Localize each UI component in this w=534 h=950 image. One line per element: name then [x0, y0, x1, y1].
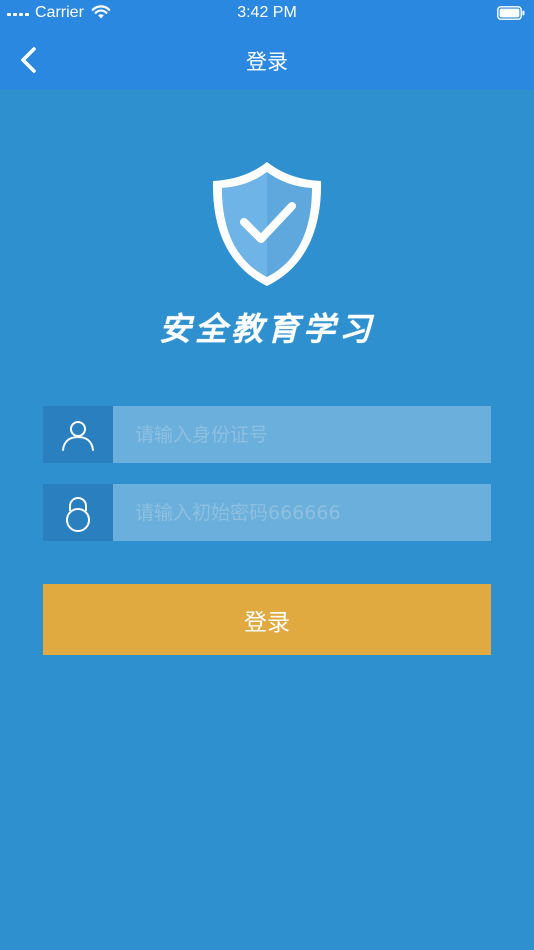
id-number-field [43, 406, 491, 463]
password-field-icon-box [43, 484, 113, 541]
id-number-input[interactable] [113, 406, 491, 463]
app-name: 安全教育学习 [158, 310, 375, 348]
password-field [43, 484, 491, 541]
id-field-icon-box [43, 406, 113, 463]
back-button[interactable] [10, 39, 50, 79]
lock-icon [66, 496, 90, 532]
chevron-left-icon [21, 47, 36, 73]
password-input[interactable] [113, 484, 491, 541]
user-icon [62, 420, 94, 451]
login-button[interactable]: 登录 [43, 584, 491, 655]
navigation-bar: 登录 [0, 27, 534, 90]
battery-icon [497, 6, 525, 20]
status-bar: Carrier 3:42 PM [0, 0, 534, 27]
status-time: 3:42 PM [237, 4, 297, 21]
page-title: 登录 [246, 50, 288, 74]
shield-check-icon [212, 162, 322, 286]
